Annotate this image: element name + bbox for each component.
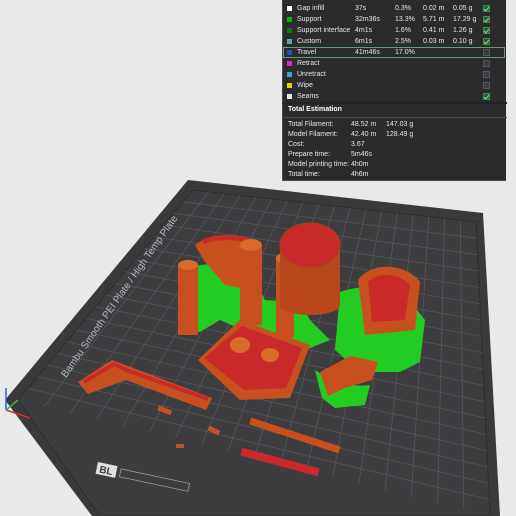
legend-row-support-interface[interactable]: Support interface 4m1s 1.6% 0.41 m 1.26 g (283, 25, 507, 36)
legend-name: Wipe (297, 82, 313, 89)
estimation-value: 4h6m (351, 171, 369, 178)
visibility-checkbox[interactable] (483, 5, 490, 12)
legend-weight: 1.26 g (453, 27, 473, 34)
legend-weight: 0.05 g (453, 5, 473, 12)
legend-name: Seams (297, 93, 319, 100)
legend-time: 6m1s (355, 38, 373, 45)
legend-color-swatch (287, 61, 292, 66)
estimation-value-2: 147.03 g (386, 121, 414, 128)
legend-name: Support interface (297, 27, 351, 34)
total-estimation-underline (283, 117, 507, 118)
estimation-row: Model Filament: 42.40 m 128.49 g (288, 130, 503, 140)
legend-color-swatch (287, 39, 292, 44)
y-axis-icon (5, 399, 19, 411)
estimation-label: Total Filament: (288, 121, 334, 128)
legend-name: Support (297, 16, 322, 23)
estimation-label: Model printing time: (288, 161, 350, 168)
legend-percent: 2.5% (395, 38, 411, 45)
estimation-label: Cost: (288, 141, 305, 148)
legend-percent: 0.3% (395, 5, 411, 12)
model-tall-cylinder (240, 245, 262, 325)
legend-row-retract[interactable]: Retract (283, 58, 507, 69)
legend-length: 0.41 m (423, 27, 445, 34)
estimation-value: 48.52 m (351, 121, 377, 128)
legend-color-swatch (287, 17, 292, 22)
estimation-row: Cost: 3.67 (288, 140, 503, 150)
legend-row-gap-infill[interactable]: Gap infill 37s 0.3% 0.02 m 0.05 g (283, 3, 507, 14)
visibility-checkbox[interactable] (483, 49, 490, 56)
legend-time: 4m1s (355, 27, 373, 34)
legend-row-travel[interactable]: Travel 41m46s 17.0% (283, 47, 505, 58)
legend-row-unretract[interactable]: Unretract (283, 69, 507, 80)
legend-percent: 13.3% (395, 16, 415, 23)
estimation-label: Prepare time: (288, 151, 331, 158)
legend-name: Gap infill (297, 5, 325, 12)
estimation-value: 5m46s (351, 151, 373, 158)
visibility-checkbox[interactable] (483, 82, 490, 89)
legend-row-wipe[interactable]: Wipe (283, 80, 507, 91)
x-axis-icon (5, 409, 31, 419)
legend-color-swatch (287, 83, 292, 88)
legend-name: Unretract (297, 71, 326, 78)
legend-name: Retract (297, 60, 320, 67)
estimation-value: 42.40 m (351, 131, 377, 138)
legend-color-swatch (287, 94, 292, 99)
model-drum-top (279, 222, 341, 268)
model-left-post (178, 265, 198, 335)
visibility-checkbox[interactable] (483, 60, 490, 67)
legend-color-swatch (287, 72, 292, 77)
estimation-label: Total time: (288, 171, 320, 178)
legend-percent: 1.6% (395, 27, 411, 34)
axis-indicator (5, 388, 31, 419)
gcode-legend-panel: Gap infill 37s 0.3% 0.02 m 0.05 g Support 32m3… (282, 0, 507, 181)
legend-time: 37s (355, 5, 367, 12)
estimation-row: Total time: 4h6m (288, 170, 503, 180)
legend-length: 5.71 m (423, 16, 445, 23)
estimation-row: Prepare time: 5m46s (288, 150, 503, 160)
visibility-checkbox[interactable] (483, 16, 490, 23)
legend-color-swatch (287, 6, 292, 11)
legend-row-custom[interactable]: Custom 6m1s 2.5% 0.03 m 0.10 g (283, 36, 507, 47)
legend-time: 41m46s (355, 49, 380, 56)
legend-length: 0.03 m (423, 38, 445, 45)
legend-length: 0.02 m (423, 5, 445, 12)
estimation-row: Model printing time: 4h0m (288, 160, 503, 170)
legend-time: 32m36s (355, 16, 380, 23)
legend-color-swatch (287, 28, 292, 33)
legend-weight: 0.10 g (453, 38, 473, 45)
legend-row-support[interactable]: Support 32m36s 13.3% 5.71 m 17.29 g (283, 14, 507, 25)
legend-name: Travel (297, 49, 317, 56)
legend-color-swatch (287, 50, 292, 55)
visibility-checkbox[interactable] (483, 93, 490, 100)
estimation-value-2: 128.49 g (386, 131, 414, 138)
legend-row-seams[interactable]: Seams (283, 91, 507, 102)
total-estimation-title: Total Estimation (288, 106, 342, 113)
legend-percent: 17.0% (395, 49, 415, 56)
legend-name: Custom (297, 38, 322, 45)
visibility-checkbox[interactable] (483, 38, 490, 45)
section-divider (283, 102, 507, 104)
estimation-row: Total Filament: 48.52 m 147.03 g (288, 120, 503, 130)
estimation-value: 4h0m (351, 161, 369, 168)
visibility-checkbox[interactable] (483, 71, 490, 78)
estimation-value: 3.67 (351, 141, 365, 148)
visibility-checkbox[interactable] (483, 27, 490, 34)
legend-weight: 17.29 g (453, 16, 477, 23)
estimation-label: Model Filament: (288, 131, 338, 138)
